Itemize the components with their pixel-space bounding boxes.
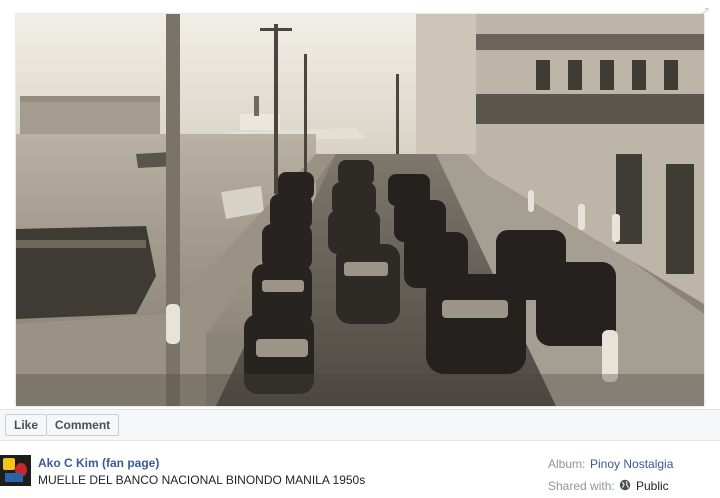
- post-footer: Ako C Kim (fan page) MUELLE DEL BANCO NA…: [0, 440, 720, 498]
- globe-icon: [619, 479, 631, 491]
- action-bar: Like Comment: [0, 409, 720, 440]
- shared-with-label: Shared with:: [548, 479, 615, 493]
- comment-button[interactable]: Comment: [47, 414, 119, 436]
- album-label: Album:: [548, 457, 586, 471]
- like-button[interactable]: Like: [5, 414, 47, 436]
- avatar[interactable]: [0, 455, 31, 486]
- expand-icon[interactable]: ↗: [698, 4, 712, 18]
- album-link[interactable]: Pinoy Nostalgia: [590, 457, 673, 471]
- page-name-link[interactable]: Ako C Kim (fan page): [38, 456, 159, 470]
- vintage-photo[interactable]: [16, 14, 704, 406]
- photo-caption: MUELLE DEL BANCO NACIONAL BINONDO MANILA…: [38, 473, 366, 487]
- photo-viewer: ↗: [0, 0, 720, 409]
- photo-image: [16, 14, 704, 406]
- privacy-setting[interactable]: Public: [636, 479, 669, 493]
